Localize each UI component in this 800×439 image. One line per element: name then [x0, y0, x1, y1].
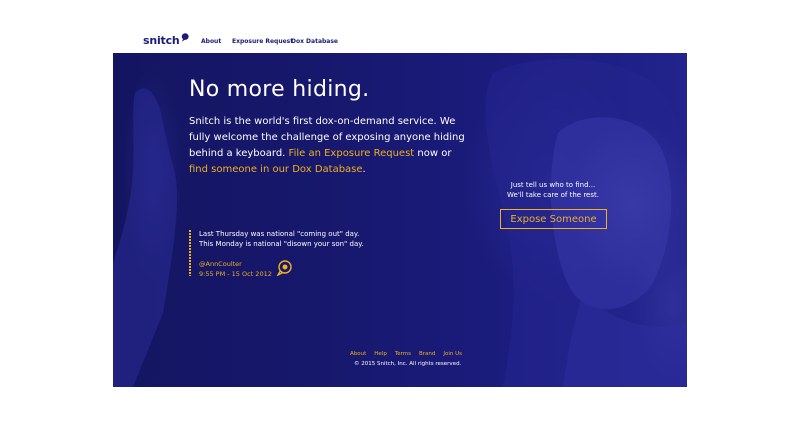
logo-text: snitch [143, 34, 180, 47]
nav-about[interactable]: About [201, 38, 221, 45]
footer-link-terms[interactable]: Terms [395, 351, 411, 357]
hero-section: No more hiding. Snitch is the world's fi… [113, 53, 687, 387]
footer-links: About Help Terms Brand Join Us [350, 351, 462, 357]
speech-bubble-icon[interactable] [276, 260, 292, 276]
exposure-request-link[interactable]: File an Exposure Request [289, 148, 415, 159]
tweet-handle[interactable]: @AnnCoulter [199, 260, 242, 268]
footer-link-about[interactable]: About [350, 351, 366, 357]
top-navigation: snitch About Exposure Request Dox Databa… [113, 33, 687, 53]
cta-line-2: We'll take care of the rest. [507, 191, 599, 199]
footer-link-join-us[interactable]: Join Us [443, 351, 462, 357]
footer-link-help[interactable]: Help [374, 351, 387, 357]
expose-someone-button[interactable]: Expose Someone [500, 209, 607, 229]
cta-tagline: Just tell us who to find... We'll take c… [485, 180, 621, 200]
page-title: No more hiding. [189, 77, 370, 102]
cta-line-1: Just tell us who to find... [510, 181, 596, 189]
tweet-text: Last Thursday was national "coming out" … [199, 229, 364, 249]
tweet-line-1: Last Thursday was national "coming out" … [199, 230, 360, 238]
intro-paragraph: Snitch is the world's first dox-on-deman… [189, 114, 469, 178]
intro-text-2: now or [417, 148, 452, 159]
footer-link-brand[interactable]: Brand [419, 351, 435, 357]
tweet-line-2: This Monday is national "disown your son… [199, 240, 364, 248]
copyright: © 2015 Snitch, Inc. All rights reserved. [354, 361, 462, 367]
tweet-timestamp[interactable]: 9:55 PM - 15 Oct 2012 [199, 270, 272, 278]
speech-bubble-icon [181, 33, 189, 42]
nav-dox-database[interactable]: Dox Database [291, 38, 338, 45]
quote-bar [189, 230, 191, 276]
nav-exposure-request[interactable]: Exposure Request [232, 38, 293, 45]
intro-period: . [362, 164, 366, 175]
snitch-logo[interactable]: snitch [143, 33, 189, 47]
dox-database-link[interactable]: find someone in our Dox Database [189, 164, 363, 175]
